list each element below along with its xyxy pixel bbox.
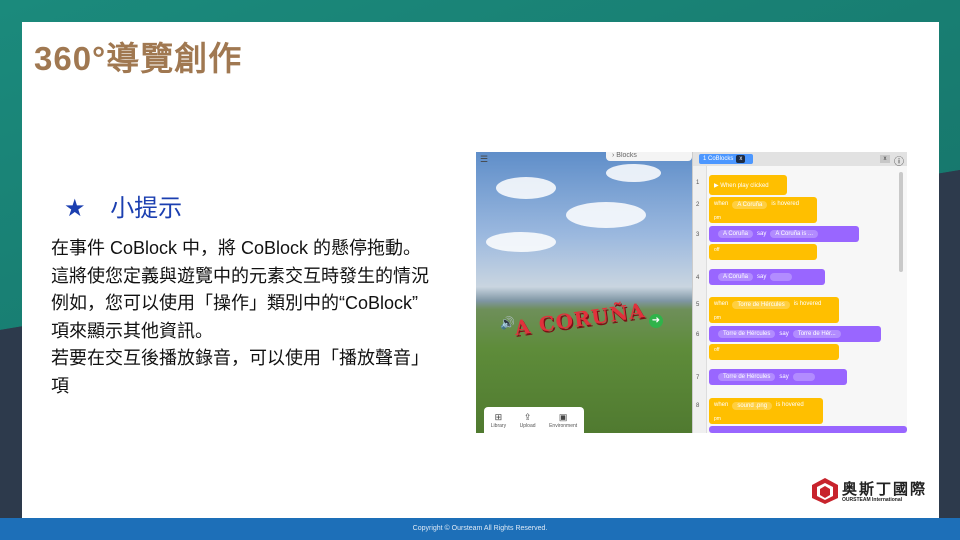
logo-name-en: OURSTEAM International	[842, 497, 903, 503]
tip-heading: ★ 小提示	[64, 188, 182, 223]
body-line: 項來顯示其他資訊。	[51, 320, 213, 341]
scene-3d-text[interactable]: A CORUÑA	[513, 298, 647, 340]
line-number: 5	[696, 302, 700, 308]
panorama-scene: ☰ › Blocks 🔊 A CORUÑA ➜ ⊞ Library ⇪ Upload…	[476, 152, 692, 433]
library-icon: ⊞	[494, 411, 503, 422]
event-block-end[interactable]: off	[709, 244, 817, 260]
scene-toolbar: ⊞ Library ⇪ Upload ▣ Environment	[484, 407, 584, 433]
cloud	[496, 177, 556, 199]
close-icon[interactable]: x	[736, 155, 746, 163]
line-number: 8	[696, 403, 700, 409]
event-block[interactable]: when A Coruña is hovered pm	[709, 197, 817, 223]
cloud	[606, 164, 661, 182]
body-line: 在事件 CoBlock 中，將 CoBlock 的懸停拖動。	[51, 238, 422, 258]
body-line: 這將使您定義與遊覽中的元素交互時發生的情況	[51, 265, 429, 286]
line-number: 7	[696, 375, 700, 381]
event-block[interactable]: ▶ When play clicked	[709, 175, 787, 195]
body-line: 例如，您可以使用「操作」類別中的“CoBlock”	[51, 293, 419, 313]
slide-title: 360°導覽創作	[34, 40, 243, 77]
company-logo: 奥斯丁國際 OURSTEAM International	[811, 475, 931, 509]
say-block[interactable]	[709, 426, 907, 433]
blocks-tab[interactable]: › Blocks	[606, 152, 692, 161]
event-block-end[interactable]: off	[709, 344, 839, 360]
star-icon: ★	[64, 195, 86, 222]
cloud	[486, 232, 556, 252]
body-line: 項	[51, 375, 69, 396]
event-block[interactable]: when sound .png is hovered pm	[709, 398, 823, 424]
body-line: 若要在交互後播放錄音，可以使用「播放聲音」	[51, 348, 429, 368]
slide-panel: 360°導覽創作 ★ 小提示 在事件 CoBlock 中，將 CoBlock 的…	[22, 22, 939, 518]
coblocks-editor: 1 CoBlocks x x ⓘ 1 ▶ When play clicked 2 …	[692, 152, 907, 433]
tip-body: 在事件 CoBlock 中，將 CoBlock 的懸停拖動。 這將使您定義與遊覽…	[51, 235, 481, 400]
environment-icon: ▣	[558, 411, 568, 422]
library-button[interactable]: ⊞ Library	[491, 412, 506, 429]
upload-icon: ⇪	[523, 411, 532, 422]
upload-button[interactable]: ⇪ Upload	[520, 412, 536, 429]
say-block[interactable]: A Coruña say	[709, 269, 825, 285]
copyright-text: Copyright © Oursteam All Rights Reserved…	[412, 525, 548, 532]
line-number: 6	[696, 332, 700, 338]
event-block[interactable]: when Torre de Hércules is hovered pm	[709, 297, 839, 323]
say-block[interactable]: Torre de Hércules say	[709, 369, 847, 385]
cloud	[566, 202, 646, 228]
app-screenshot: ☰ › Blocks 🔊 A CORUÑA ➜ ⊞ Library ⇪ Upload…	[476, 152, 907, 433]
say-block[interactable]: A Coruña say A Coruña is ...	[709, 226, 859, 242]
info-icon[interactable]: ⓘ	[894, 153, 904, 168]
editor-tab-bar: 1 CoBlocks x x ⓘ	[693, 152, 907, 168]
line-number: 2	[696, 202, 700, 208]
footer: Copyright © Oursteam All Rights Reserved…	[0, 518, 960, 540]
environment-button[interactable]: ▣ Environment	[549, 412, 577, 429]
logo-name-cn: 奥斯丁國際	[842, 481, 928, 498]
line-number: 1	[696, 180, 700, 186]
close-button[interactable]: x	[880, 155, 890, 163]
arrow-right-icon[interactable]: ➜	[649, 314, 663, 328]
say-block[interactable]: Torre de Hércules say Torre de Hér...	[709, 326, 881, 342]
line-number: 4	[696, 275, 700, 281]
tab-coblocks[interactable]: 1 CoBlocks x	[699, 154, 753, 164]
editor-scrollbar[interactable]	[899, 172, 903, 272]
menu-icon[interactable]: ☰	[480, 154, 488, 165]
logo-mark-icon	[812, 478, 838, 504]
tip-label: 小提示	[110, 195, 183, 222]
line-number: 3	[696, 232, 700, 238]
